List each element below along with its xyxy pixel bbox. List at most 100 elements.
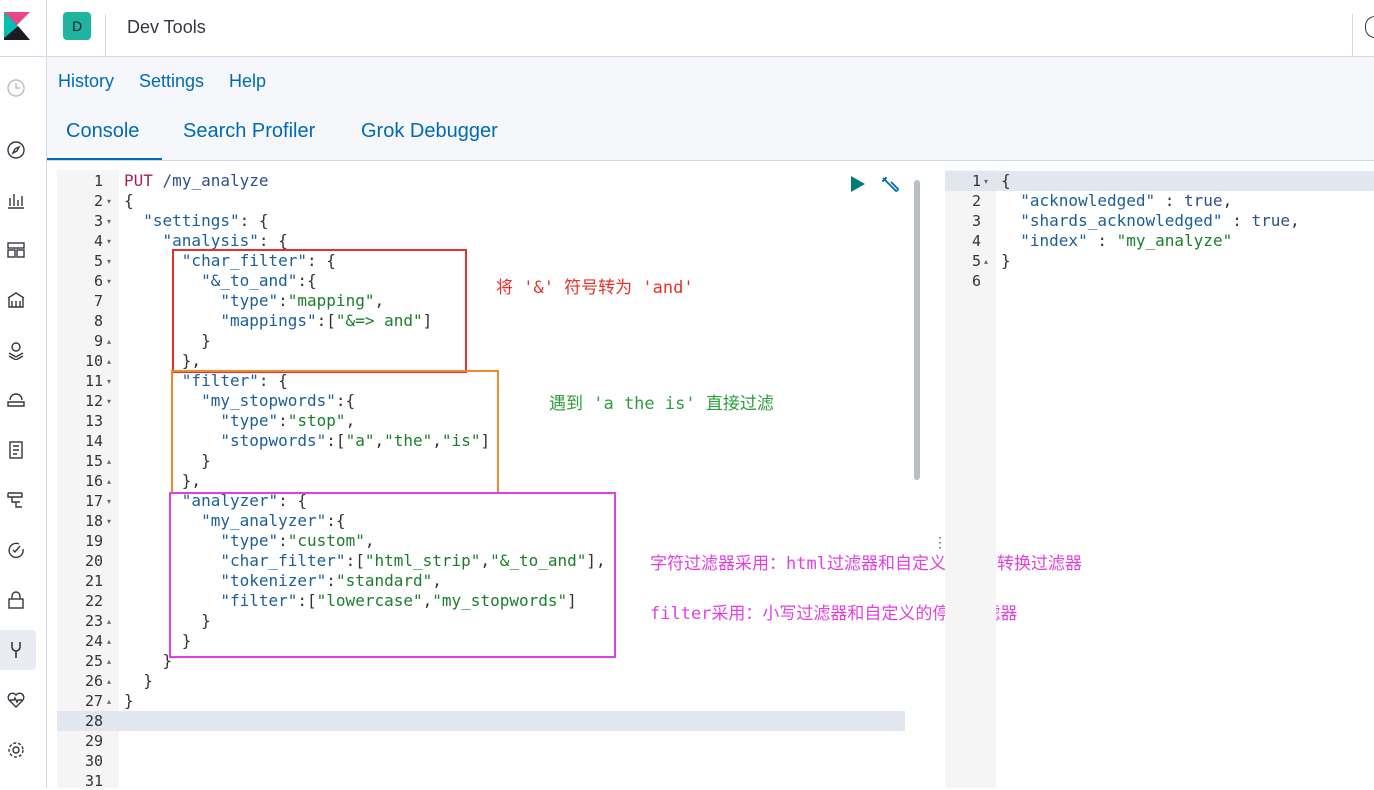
play-icon bbox=[851, 176, 865, 192]
fold-close-icon[interactable]: ▴ bbox=[107, 637, 111, 646]
code-line[interactable]: } bbox=[124, 671, 153, 690]
line-number: 29 bbox=[84, 732, 103, 750]
fold-close-icon[interactable]: ▴ bbox=[107, 357, 111, 366]
output-line-number: 2 bbox=[971, 192, 981, 210]
fold-open-icon[interactable]: ▾ bbox=[107, 257, 111, 266]
app-header: D Dev Tools bbox=[47, 0, 1374, 57]
settings-link[interactable]: Settings bbox=[139, 71, 204, 92]
discover-icon[interactable] bbox=[6, 140, 26, 160]
fold-close-icon[interactable]: ▴ bbox=[984, 257, 988, 266]
tab-console[interactable]: Console bbox=[66, 120, 139, 143]
kibana-logo-icon bbox=[4, 12, 30, 40]
line-number: 20 bbox=[84, 552, 103, 570]
request-actions-button[interactable] bbox=[879, 174, 901, 201]
wrench-icon bbox=[881, 176, 899, 192]
line-number: 11 bbox=[84, 372, 103, 390]
code-line[interactable]: } bbox=[124, 651, 173, 670]
help-menu-icon[interactable] bbox=[1365, 16, 1374, 38]
monitoring-icon[interactable] bbox=[6, 690, 26, 710]
fold-open-icon[interactable]: ▾ bbox=[107, 277, 111, 286]
fold-open-icon[interactable]: ▾ bbox=[107, 237, 111, 246]
fold-close-icon[interactable]: ▴ bbox=[107, 617, 111, 626]
canvas-icon[interactable] bbox=[6, 290, 26, 310]
send-request-button[interactable] bbox=[848, 174, 868, 199]
output-line: } bbox=[1001, 251, 1011, 270]
char-filter-highlight-box bbox=[172, 249, 467, 373]
maps-icon[interactable] bbox=[6, 340, 26, 361]
analyzer-highlight-box bbox=[169, 492, 616, 658]
line-number: 14 bbox=[84, 432, 103, 450]
line-number: 15 bbox=[84, 452, 103, 470]
management-icon[interactable] bbox=[6, 740, 26, 760]
code-line[interactable]: } bbox=[124, 691, 134, 710]
tab-search-profiler[interactable]: Search Profiler bbox=[183, 120, 315, 143]
fold-open-icon[interactable]: ▾ bbox=[107, 397, 111, 406]
line-number: 13 bbox=[84, 412, 103, 430]
fold-close-icon[interactable]: ▴ bbox=[107, 677, 111, 686]
fold-close-icon[interactable]: ▴ bbox=[107, 477, 111, 486]
uptime-icon[interactable] bbox=[6, 540, 26, 560]
editor-scrollbar[interactable] bbox=[914, 180, 920, 480]
line-number: 26 bbox=[84, 672, 103, 690]
line-number: 31 bbox=[84, 772, 103, 790]
line-number: 5 bbox=[93, 252, 103, 270]
fold-open-icon[interactable]: ▾ bbox=[107, 197, 111, 206]
code-line[interactable]: "analysis": { bbox=[124, 231, 288, 250]
fold-open-icon[interactable]: ▾ bbox=[107, 377, 111, 386]
output-line-number: 6 bbox=[971, 272, 981, 290]
line-number: 12 bbox=[84, 392, 103, 410]
line-number: 27 bbox=[84, 692, 103, 710]
filter-highlight-box bbox=[171, 370, 499, 494]
line-number: 19 bbox=[84, 532, 103, 550]
line-number: 2 bbox=[93, 192, 103, 210]
fold-close-icon[interactable]: ▴ bbox=[107, 337, 111, 346]
infrastructure-icon[interactable] bbox=[6, 390, 26, 410]
logs-icon[interactable] bbox=[6, 440, 26, 460]
line-number: 23 bbox=[84, 612, 103, 630]
fold-open-icon[interactable]: ▾ bbox=[984, 177, 988, 186]
analyzer-note-1: 字符过滤器采用：html过滤器和自定义的符号转换过滤器 bbox=[650, 554, 1082, 574]
output-line-number: 3 bbox=[971, 212, 981, 230]
page-title: Dev Tools bbox=[127, 17, 206, 37]
code-line[interactable]: "settings": { bbox=[124, 211, 268, 230]
help-link[interactable]: Help bbox=[229, 71, 266, 92]
header-divider bbox=[105, 14, 106, 56]
fold-open-icon[interactable]: ▾ bbox=[107, 497, 111, 506]
line-number: 28 bbox=[84, 712, 103, 730]
line-number: 24 bbox=[84, 632, 103, 650]
line-number: 25 bbox=[84, 652, 103, 670]
fold-open-icon[interactable]: ▾ bbox=[107, 217, 111, 226]
visualize-icon[interactable] bbox=[6, 190, 26, 210]
output-line: "shards_acknowledged" : true, bbox=[1020, 211, 1300, 230]
line-number: 10 bbox=[84, 352, 103, 370]
output-line: "index" : "my_analyze" bbox=[1020, 231, 1233, 250]
fold-open-icon[interactable]: ▾ bbox=[107, 517, 111, 526]
filter-note: 遇到 'a the is' 直接过滤 bbox=[549, 394, 774, 414]
output-line-number: 1 bbox=[971, 172, 981, 190]
char-filter-note: 将 '&' 符号转为 'and' bbox=[496, 278, 694, 298]
header-divider bbox=[1352, 14, 1353, 56]
line-number: 1 bbox=[93, 172, 103, 190]
dev-tools-icon[interactable] bbox=[6, 640, 26, 660]
fold-close-icon[interactable]: ▴ bbox=[107, 457, 111, 466]
apm-icon[interactable] bbox=[6, 490, 26, 510]
dashboard-icon[interactable] bbox=[6, 240, 26, 260]
output-line-number: 4 bbox=[971, 232, 981, 250]
line-number: 22 bbox=[84, 592, 103, 610]
divider bbox=[47, 160, 1374, 161]
code-line[interactable]: { bbox=[124, 191, 134, 210]
space-avatar[interactable]: D bbox=[63, 12, 91, 40]
fold-close-icon[interactable]: ▴ bbox=[107, 697, 111, 706]
tab-grok-debugger[interactable]: Grok Debugger bbox=[361, 120, 498, 143]
recent-icon[interactable] bbox=[6, 78, 26, 98]
line-number: 18 bbox=[84, 512, 103, 530]
code-line[interactable]: PUT /my_analyze bbox=[124, 171, 269, 190]
fold-close-icon[interactable]: ▴ bbox=[107, 657, 111, 666]
line-number: 7 bbox=[93, 292, 103, 310]
kibana-logo[interactable] bbox=[0, 0, 46, 57]
output-line: { bbox=[1001, 171, 1011, 190]
history-link[interactable]: History bbox=[58, 71, 114, 92]
siem-icon[interactable] bbox=[6, 590, 26, 610]
active-line-highlight bbox=[57, 711, 905, 731]
line-number: 17 bbox=[84, 492, 103, 510]
